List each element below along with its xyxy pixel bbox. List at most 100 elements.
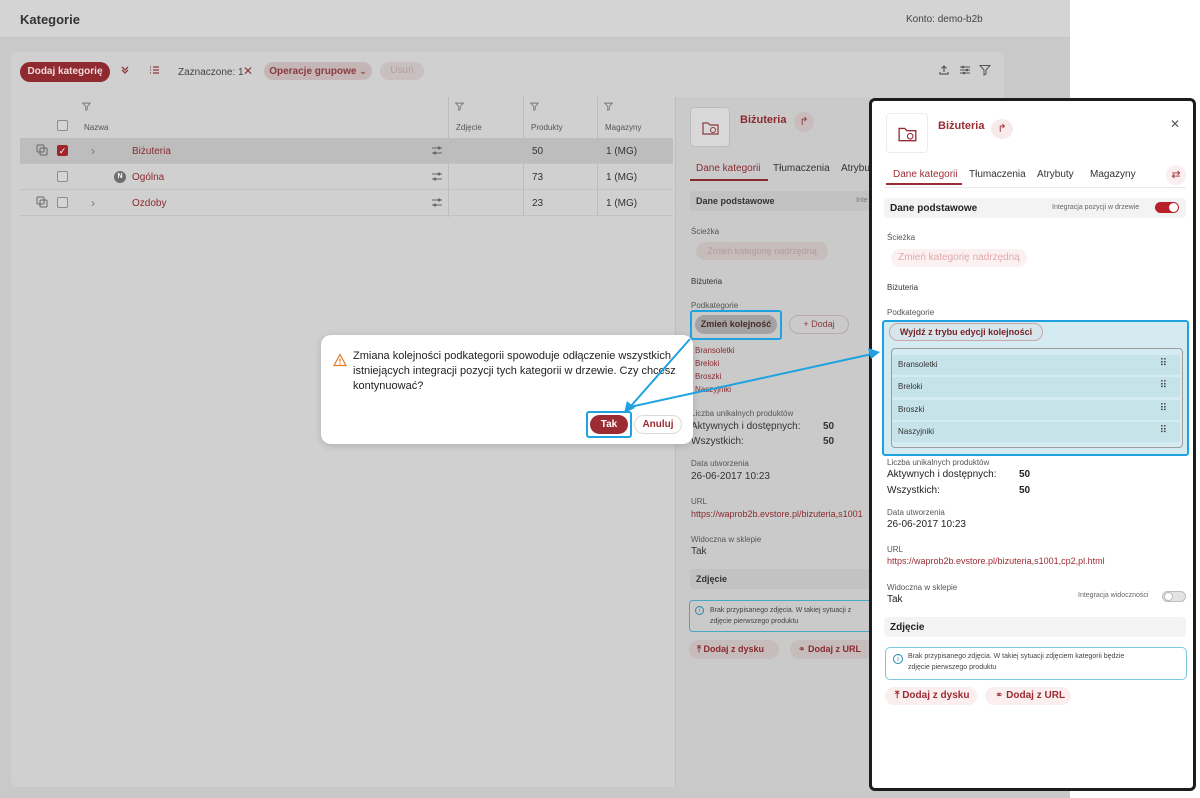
add-subcategory-label: Dodaj [811, 319, 835, 329]
subcategory-item[interactable]: Broszki [695, 370, 735, 383]
section-basic-title: Dane podstawowe [696, 196, 775, 206]
filter-icon[interactable] [978, 64, 992, 79]
add-from-disk-button[interactable]: ⤒ Dodaj z dysku [689, 640, 779, 659]
sortable-subcategory-item[interactable]: Broszki ⠿ [892, 400, 1180, 420]
visible-value: Tak [691, 546, 707, 557]
table-row[interactable]: › Ozdoby 23 1 (MG) [20, 190, 673, 216]
change-order-button[interactable]: Zmień kolejność [695, 315, 777, 334]
add-from-url-button[interactable]: ⚭ Dodaj z URL [790, 640, 870, 659]
section-basic-hint: Inte [856, 197, 868, 204]
visible-value: Tak [887, 594, 903, 605]
filter-icon[interactable] [529, 100, 539, 114]
url-label: URL [691, 497, 708, 506]
copy-icon[interactable] [35, 196, 49, 211]
visibility-integration-toggle[interactable] [1162, 591, 1186, 602]
table-row[interactable]: N Ogólna 73 1 (MG) [20, 164, 673, 190]
url-link[interactable]: https://waprob2b.evstore.pl/bizuteria,s1… [887, 556, 1105, 566]
tab-category-data[interactable]: Dane kategorii [893, 169, 957, 180]
change-parent-button[interactable]: Zmień kategorię nadrzędną [891, 249, 1027, 267]
filter-icon[interactable] [454, 100, 464, 114]
filter-icon[interactable] [603, 100, 613, 114]
photo-info-text: Brak przypisanego zdjęcia. W takiej sytu… [710, 607, 852, 625]
column-header-photo[interactable]: Zdjęcie [456, 123, 482, 132]
sortable-subcategory-item[interactable]: Naszyjniki ⠿ [892, 422, 1180, 442]
chevron-right-icon[interactable]: › [88, 196, 98, 210]
close-icon[interactable]: ✕ [242, 64, 254, 78]
chevrons-down-icon[interactable] [118, 64, 132, 79]
add-from-url-button[interactable]: ⚭ Dodaj z URL [985, 687, 1071, 705]
drag-handle-icon[interactable]: ⠿ [1160, 358, 1167, 369]
delete-button[interactable]: Usuń [380, 62, 424, 80]
category-name[interactable]: Ogólna [132, 172, 164, 183]
products-count: 50 [532, 146, 544, 157]
tree-sliders-icon[interactable] [430, 145, 444, 159]
products-count: 23 [532, 198, 544, 209]
drag-handle-icon[interactable]: ⠿ [1160, 380, 1167, 391]
section-photo-title: Zdjęcie [890, 622, 925, 633]
toggle-knob [1169, 203, 1178, 212]
column-header-products[interactable]: Produkty [531, 123, 563, 132]
visible-label: Widoczna w sklepie [887, 583, 958, 592]
close-icon[interactable]: ✕ [1170, 117, 1180, 131]
tab-attributes[interactable]: Atrybu [841, 163, 870, 174]
row-checkbox[interactable] [57, 197, 68, 208]
link-icon: ⚭ [995, 690, 1007, 701]
change-parent-button[interactable]: Zmień kategorię nadrzędną [696, 242, 828, 260]
filter-icon[interactable] [81, 100, 91, 114]
add-subcategory-button[interactable]: + Dodaj [789, 315, 849, 334]
drag-handle-icon[interactable]: ⠿ [1160, 425, 1167, 436]
active-value: 50 [823, 421, 835, 432]
column-header-name[interactable]: Nazwa [84, 123, 108, 132]
subcategory-item[interactable]: Bransoletki [695, 344, 735, 357]
list-icon[interactable] [147, 64, 161, 79]
path-value: Biżuteria [691, 277, 723, 286]
tree-sliders-icon[interactable] [430, 171, 444, 185]
new-badge: N [114, 171, 126, 183]
chevron-right-icon[interactable]: › [88, 144, 98, 158]
url-link[interactable]: https://waprob2b.evstore.pl/bizuteria,s1… [691, 509, 863, 519]
sliders-icon[interactable] [958, 64, 972, 79]
confirm-yes-button[interactable]: Tak [590, 415, 628, 434]
tree-sliders-icon[interactable] [430, 197, 444, 211]
tab-category-data[interactable]: Dane kategorii [696, 163, 760, 174]
top-bar: Kategorie Konto: demo-b2b [0, 0, 1070, 38]
sortable-subcategory-item[interactable]: Breloki ⠿ [892, 377, 1180, 397]
all-label: Wszystkich: [887, 485, 940, 496]
upload-icon[interactable] [937, 64, 951, 79]
tab-warehouses[interactable]: Magazyny [1090, 169, 1136, 180]
unique-products-label: Liczba unikalnych produktów [887, 458, 990, 467]
url-label: URL [887, 545, 904, 554]
column-header-warehouses[interactable]: Magazyny [605, 123, 641, 132]
category-image-placeholder [886, 113, 928, 153]
sortable-subcategory-item[interactable]: Bransoletki ⠿ [892, 355, 1180, 375]
add-from-disk-button[interactable]: ⤒ Dodaj z dysku [885, 687, 977, 705]
tab-attributes[interactable]: Atrybuty [1037, 169, 1074, 180]
share-icon[interactable]: ↱ [991, 119, 1013, 139]
table-row[interactable]: ✓ › Biżuteria 50 1 (MG) [20, 138, 673, 164]
exit-order-mode-button[interactable]: Wyjdź z trybu edycji kolejności [889, 323, 1043, 341]
subcategory-item[interactable]: Breloki [695, 357, 735, 370]
category-name[interactable]: Biżuteria [132, 146, 171, 157]
drag-handle-icon[interactable]: ⠿ [1160, 403, 1167, 414]
row-checkbox[interactable] [57, 171, 68, 182]
group-operations-dropdown[interactable]: Operacje grupowe ⌄ [264, 62, 372, 80]
integration-toggle[interactable] [1155, 202, 1179, 213]
tab-translations[interactable]: Tłumaczenia [969, 169, 1026, 180]
created-value: 26-06-2017 10:23 [691, 471, 770, 482]
swap-icon[interactable]: ⇄ [1166, 165, 1186, 185]
row-checkbox[interactable]: ✓ [57, 145, 68, 156]
copy-icon[interactable] [35, 144, 49, 159]
subcategory-list: Bransoletki Breloki Broszki Naszyjniki [695, 344, 735, 396]
add-category-button[interactable]: Dodaj kategorię [20, 62, 110, 82]
tab-translations[interactable]: Tłumaczenia [773, 163, 830, 174]
group-operations-label: Operacje grupowe [269, 66, 357, 77]
section-basic-bar: Dane podstawowe Integracja pozycji w drz… [884, 198, 1186, 218]
cancel-button[interactable]: Anuluj [634, 415, 682, 434]
dialog-message: Zmiana kolejności podkategorii spowoduje… [353, 350, 676, 392]
section-photo-title: Zdjęcie [696, 574, 728, 584]
category-name[interactable]: Ozdoby [132, 198, 166, 209]
link-icon: ⚭ [798, 644, 809, 654]
select-all-checkbox[interactable] [57, 120, 68, 131]
share-icon[interactable]: ↱ [794, 112, 814, 132]
subcategory-item[interactable]: Naszyjniki [695, 383, 735, 396]
